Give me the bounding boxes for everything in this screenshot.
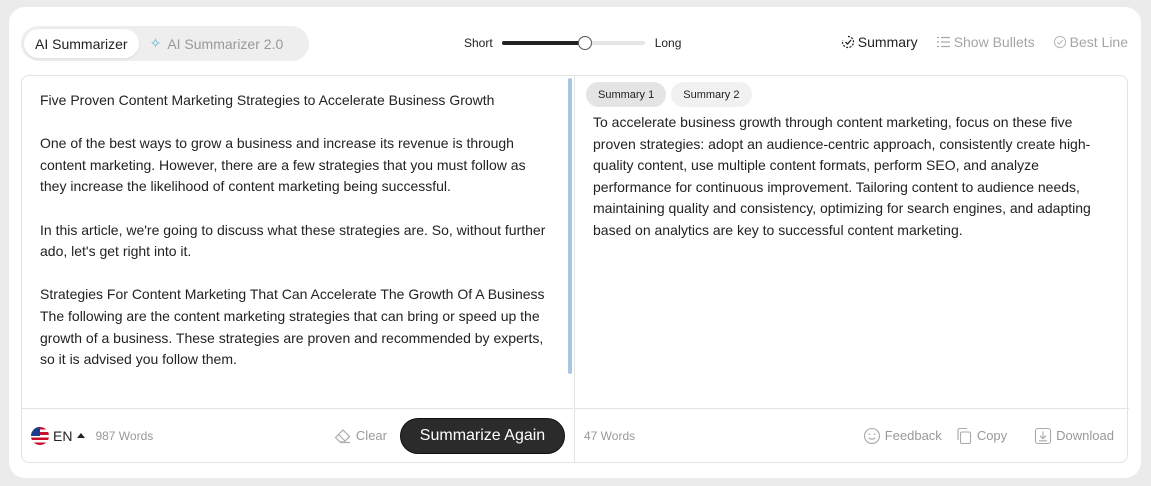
bullets-icon	[936, 36, 950, 48]
copy-button[interactable]: Copy	[955, 427, 1007, 445]
tab-summary-2[interactable]: Summary 2	[671, 82, 752, 107]
tab-label: AI Summarizer 2.0	[167, 35, 284, 52]
input-paragraph: In this article, we're going to discuss …	[40, 221, 546, 260]
summary-mode-label: Summary	[857, 34, 918, 50]
length-control: Short Long	[464, 36, 681, 50]
download-button[interactable]: Download	[1034, 427, 1114, 445]
feedback-label: Feedback	[884, 428, 942, 443]
clear-button[interactable]: Clear	[334, 428, 387, 444]
tab-label: AI Summarizer	[35, 35, 128, 52]
copy-icon	[957, 427, 971, 444]
input-word-count: 987 Words	[95, 428, 154, 443]
language-selector[interactable]: EN	[31, 426, 86, 445]
output-footer: 47 Words Feedback Copy Download	[575, 408, 1129, 462]
editor-panels: Five Proven Content Marketing Strategies…	[21, 75, 1129, 463]
us-flag-icon	[31, 426, 49, 445]
input-paragraph: The following are the content marketing …	[40, 307, 544, 368]
feedback-button[interactable]: Feedback	[863, 427, 942, 445]
language-code: EN	[53, 427, 73, 444]
length-slider[interactable]	[501, 36, 645, 50]
output-mode-options: Summary Show Bullets Best Line	[841, 34, 1128, 50]
input-paragraph: One of the best ways to grow a business …	[40, 135, 526, 195]
output-actions: Feedback Copy Download	[863, 427, 1114, 445]
tab-summary-1[interactable]: Summary 1	[586, 82, 667, 107]
eraser-icon	[334, 428, 351, 443]
input-paragraph: Five Proven Content Marketing Strategies…	[40, 92, 495, 108]
input-paragraph: Strategies For Content Marketing That Ca…	[40, 286, 545, 303]
input-text-area[interactable]: Five Proven Content Marketing Strategies…	[40, 90, 550, 371]
summary-icon	[841, 35, 854, 49]
copy-label: Copy	[976, 428, 1008, 443]
summarize-again-button[interactable]: Summarize Again	[400, 417, 565, 454]
sparkle-icon: ✧	[149, 35, 162, 51]
slider-thumb[interactable]	[577, 36, 592, 50]
length-long-label: Long	[654, 36, 682, 50]
summary-tabs: Summary 1 Summary 2	[586, 82, 752, 107]
output-word-count: 47 Words	[584, 428, 636, 443]
best-line-button[interactable]: Best Line	[1053, 34, 1128, 50]
summarizer-mode-tabs: AI Summarizer ✧ AI Summarizer 2.0	[21, 26, 309, 61]
summary-mode-button[interactable]: Summary	[841, 34, 918, 50]
show-bullets-label: Show Bullets	[953, 34, 1035, 50]
clear-label: Clear	[355, 428, 387, 443]
download-icon	[1035, 427, 1052, 444]
summary-output-text: To accelerate business growth through co…	[593, 114, 1091, 238]
tab-ai-summarizer[interactable]: AI Summarizer	[24, 29, 139, 58]
input-scrollbar[interactable]	[568, 78, 572, 374]
summarizer-card: AI Summarizer ✧ AI Summarizer 2.0 Short …	[9, 7, 1141, 478]
tab-ai-summarizer-2[interactable]: ✧ AI Summarizer 2.0	[139, 29, 295, 58]
slider-fill	[501, 41, 585, 45]
input-footer: EN 987 Words Clear Summarize Again	[22, 408, 573, 462]
smiley-icon	[863, 427, 880, 444]
output-panel: Summary 1 Summary 2 To accelerate busine…	[574, 76, 1129, 462]
caret-up-icon	[77, 433, 86, 438]
best-line-icon	[1053, 35, 1066, 49]
show-bullets-button[interactable]: Show Bullets	[936, 34, 1035, 50]
download-label: Download	[1056, 428, 1114, 443]
input-panel: Five Proven Content Marketing Strategies…	[22, 76, 573, 462]
length-short-label: Short	[464, 36, 493, 50]
best-line-label: Best Line	[1069, 34, 1128, 50]
